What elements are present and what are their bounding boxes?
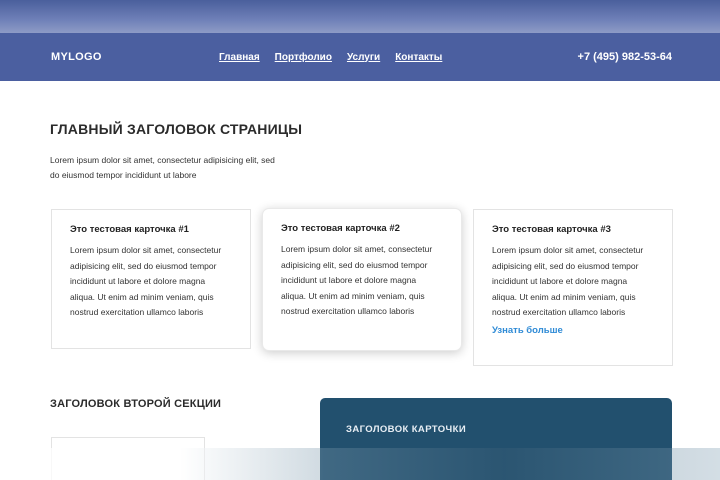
card-title: Это тестовая карточка #2 bbox=[281, 223, 400, 234]
card-title: Это тестовая карточка #1 bbox=[70, 224, 189, 235]
lead-text: Lorem ipsum dolor sit amet, consectetur … bbox=[50, 155, 275, 180]
dark-card-title: ЗАГОЛОВОК КАРТОЧКИ bbox=[346, 424, 467, 435]
test-card-3: Это тестовая карточка #3 Lorem ipsum dol… bbox=[473, 209, 673, 366]
test-card-2[interactable]: Это тестовая карточка #2 Lorem ipsum dol… bbox=[262, 208, 462, 351]
nav-link-services[interactable]: Услуги bbox=[347, 52, 380, 63]
nav-link-portfolio[interactable]: Портфолио bbox=[275, 52, 332, 63]
main-nav: Главная Портфолио Услуги Контакты bbox=[219, 33, 442, 81]
section-two-title: ЗАГОЛОВОК ВТОРОЙ СЕКЦИИ bbox=[50, 398, 222, 410]
site-header: MYLOGO Главная Портфолио Услуги Контакты… bbox=[0, 33, 720, 81]
card-text: Lorem ipsum dolor sit amet, consectetur … bbox=[492, 245, 644, 317]
nav-link-home[interactable]: Главная bbox=[219, 52, 260, 63]
card-text: Lorem ipsum dolor sit amet, consectetur … bbox=[70, 245, 222, 317]
nav-link-contacts[interactable]: Контакты bbox=[395, 52, 442, 63]
top-banner bbox=[0, 0, 720, 33]
site-logo[interactable]: MYLOGO bbox=[51, 33, 102, 81]
card-title: Это тестовая карточка #3 bbox=[492, 224, 611, 235]
card-text: Lorem ipsum dolor sit amet, consectetur … bbox=[281, 244, 433, 316]
test-card-1: Это тестовая карточка #1 Lorem ipsum dol… bbox=[51, 209, 251, 349]
learn-more-link[interactable]: Узнать больше bbox=[492, 325, 654, 336]
page-title: ГЛАВНЫЙ ЗАГОЛОВОК СТРАНИЦЫ bbox=[50, 121, 303, 137]
bottom-fade-overlay bbox=[0, 448, 720, 480]
phone-number[interactable]: +7 (495) 982-53-64 bbox=[578, 33, 672, 81]
